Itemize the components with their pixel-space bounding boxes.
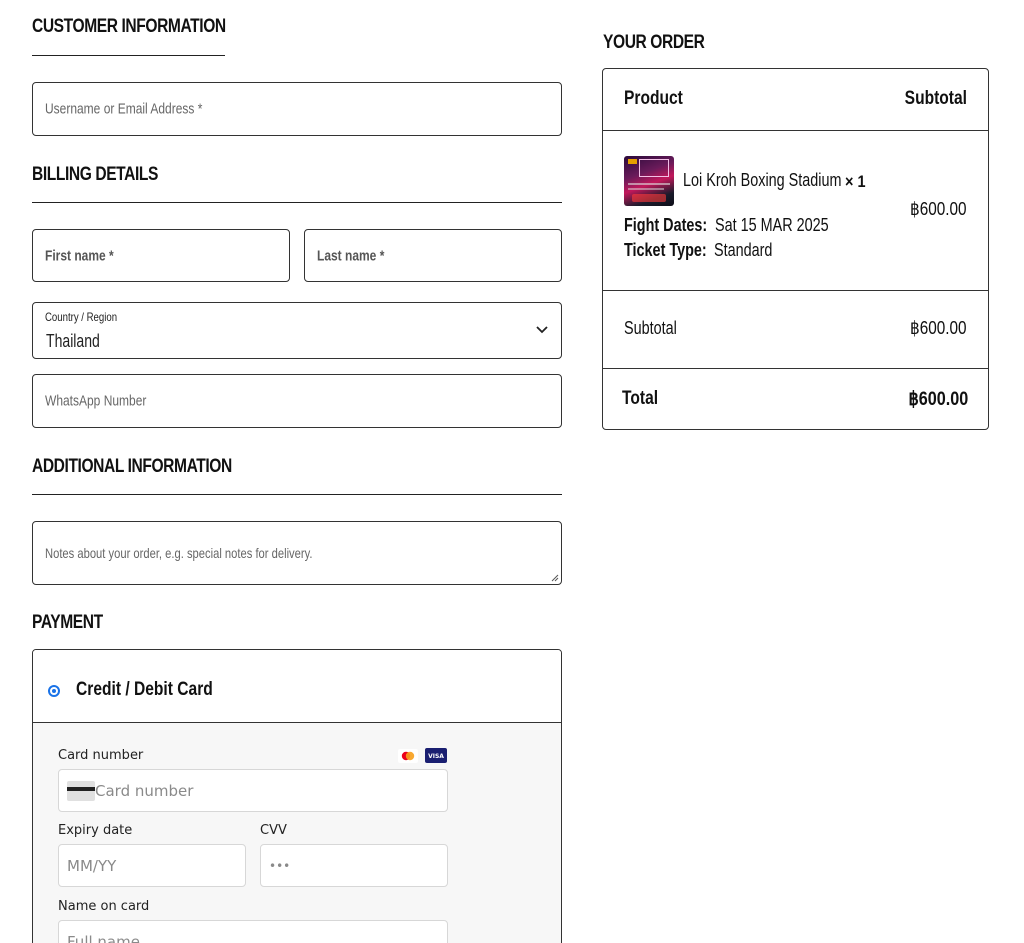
country-region-value: Thailand: [46, 331, 100, 351]
total-label: Total: [622, 388, 659, 409]
billing-details-rule: [32, 202, 562, 203]
cvv-label: CVV: [260, 823, 287, 838]
credit-card-icon: [67, 781, 95, 801]
expiry-date-placeholder: MM/YY: [67, 856, 117, 875]
product-thumbnail: [624, 156, 674, 206]
payment-method-radio[interactable]: [48, 685, 60, 697]
product-column-header: Product: [624, 88, 683, 109]
additional-information-rule: [32, 494, 562, 495]
order-divider: [603, 290, 988, 291]
subtotal-label: Subtotal: [624, 318, 677, 338]
name-on-card-label: Name on card: [58, 899, 150, 914]
ticket-type-label: Ticket Type:: [624, 240, 707, 260]
card-number-placeholder: Card number: [95, 781, 194, 800]
product-quantity: × 1: [845, 172, 866, 191]
product-price: ฿600.00: [910, 199, 967, 219]
first-name-placeholder: First name *: [45, 247, 114, 264]
total-value: ฿600.00: [908, 389, 968, 410]
first-name-input[interactable]: First name *: [32, 229, 290, 282]
additional-information-heading: ADDITIONAL INFORMATION: [32, 456, 232, 477]
chevron-down-icon: [536, 326, 548, 334]
resize-handle-icon[interactable]: [551, 574, 559, 582]
card-number-input[interactable]: Card number: [58, 769, 448, 812]
payment-method-label: Credit / Debit Card: [76, 679, 213, 700]
product-name: Loi Kroh Boxing Stadium: [683, 170, 842, 190]
visa-icon: VISA: [425, 748, 447, 763]
order-divider: [603, 368, 988, 369]
fight-dates-value: Sat 15 MAR 2025: [715, 215, 829, 235]
order-summary-table: Product Subtotal Loi Kroh Boxing Stadium…: [602, 68, 989, 430]
mastercard-icon: [398, 749, 418, 763]
payment-panel: Credit / Debit Card Card number VISA Car…: [32, 649, 562, 943]
whatsapp-number-placeholder: WhatsApp Number: [45, 392, 147, 410]
order-divider: [603, 130, 988, 131]
country-region-select[interactable]: Country / Region Thailand: [32, 302, 562, 359]
expiry-date-label: Expiry date: [58, 823, 133, 838]
payment-method-option[interactable]: Credit / Debit Card: [33, 650, 561, 723]
username-email-placeholder: Username or Email Address *: [45, 100, 203, 118]
card-number-label: Card number: [58, 748, 144, 763]
fight-dates-label: Fight Dates:: [624, 215, 708, 235]
expiry-date-input[interactable]: MM/YY: [58, 844, 246, 887]
username-email-input[interactable]: Username or Email Address *: [32, 82, 562, 136]
whatsapp-number-input[interactable]: WhatsApp Number: [32, 374, 562, 428]
order-notes-textarea[interactable]: Notes about your order, e.g. special not…: [32, 521, 562, 585]
last-name-placeholder: Last name *: [317, 247, 385, 264]
name-on-card-input[interactable]: Full name: [58, 920, 448, 943]
country-region-label: Country / Region: [45, 310, 118, 324]
billing-details-heading: BILLING DETAILS: [32, 164, 158, 185]
subtotal-column-header: Subtotal: [904, 88, 967, 109]
customer-information-rule: [32, 55, 225, 56]
card-form: Card number VISA Card number Expiry date…: [33, 723, 561, 943]
subtotal-value: ฿600.00: [910, 318, 967, 338]
ticket-type-value: Standard: [714, 240, 773, 260]
customer-information-heading: CUSTOMER INFORMATION: [32, 16, 226, 37]
cvv-input[interactable]: •••: [260, 844, 448, 887]
last-name-input[interactable]: Last name *: [304, 229, 562, 282]
order-notes-placeholder: Notes about your order, e.g. special not…: [45, 545, 313, 561]
visa-text: VISA: [428, 753, 444, 760]
your-order-heading: YOUR ORDER: [603, 32, 705, 53]
cvv-placeholder: •••: [269, 858, 291, 873]
payment-heading: PAYMENT: [32, 612, 103, 633]
name-on-card-placeholder: Full name: [67, 932, 140, 943]
